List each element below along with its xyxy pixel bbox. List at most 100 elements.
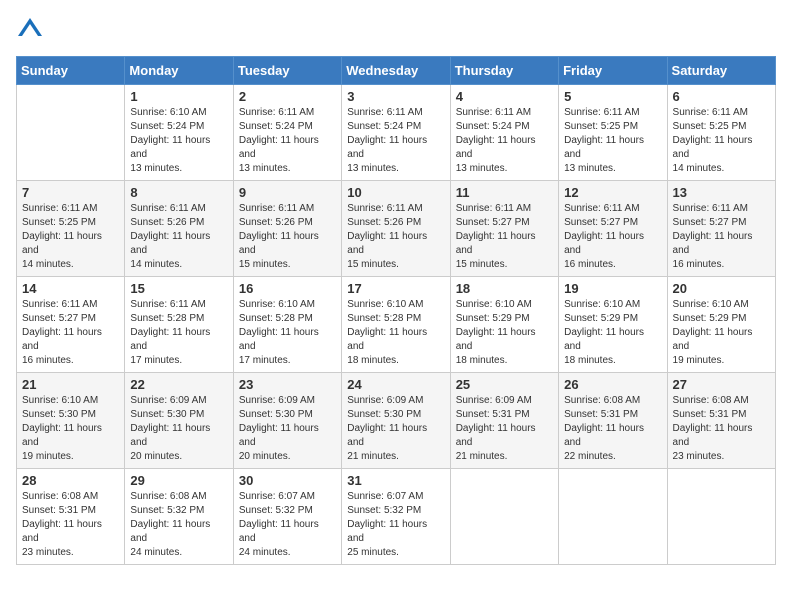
cell-info: Sunrise: 6:10 AMSunset: 5:29 PMDaylight:…: [564, 298, 661, 368]
calendar-cell: 22 Sunrise: 6:09 AMSunset: 5:30 PMDaylig…: [125, 373, 233, 469]
cell-info: Sunrise: 6:08 AMSunset: 5:31 PMDaylight:…: [564, 394, 661, 464]
cell-info: Sunrise: 6:09 AMSunset: 5:30 PMDaylight:…: [130, 394, 227, 464]
calendar-cell: [450, 469, 558, 565]
calendar-cell: 23 Sunrise: 6:09 AMSunset: 5:30 PMDaylig…: [233, 373, 341, 469]
weekday-header: Wednesday: [342, 57, 450, 85]
cell-info: Sunrise: 6:11 AMSunset: 5:27 PMDaylight:…: [673, 202, 770, 272]
logo: [16, 16, 48, 44]
day-number: 13: [673, 185, 770, 200]
day-number: 19: [564, 281, 661, 296]
calendar-cell: 14 Sunrise: 6:11 AMSunset: 5:27 PMDaylig…: [17, 277, 125, 373]
calendar-cell: 13 Sunrise: 6:11 AMSunset: 5:27 PMDaylig…: [667, 181, 775, 277]
cell-info: Sunrise: 6:10 AMSunset: 5:24 PMDaylight:…: [130, 106, 227, 176]
calendar-cell: 5 Sunrise: 6:11 AMSunset: 5:25 PMDayligh…: [559, 85, 667, 181]
cell-info: Sunrise: 6:10 AMSunset: 5:30 PMDaylight:…: [22, 394, 119, 464]
cell-info: Sunrise: 6:08 AMSunset: 5:31 PMDaylight:…: [673, 394, 770, 464]
day-number: 31: [347, 473, 444, 488]
day-number: 29: [130, 473, 227, 488]
calendar-cell: 1 Sunrise: 6:10 AMSunset: 5:24 PMDayligh…: [125, 85, 233, 181]
day-number: 18: [456, 281, 553, 296]
weekday-header-row: SundayMondayTuesdayWednesdayThursdayFrid…: [17, 57, 776, 85]
day-number: 4: [456, 89, 553, 104]
calendar-cell: 7 Sunrise: 6:11 AMSunset: 5:25 PMDayligh…: [17, 181, 125, 277]
cell-info: Sunrise: 6:10 AMSunset: 5:28 PMDaylight:…: [347, 298, 444, 368]
calendar-cell: 12 Sunrise: 6:11 AMSunset: 5:27 PMDaylig…: [559, 181, 667, 277]
day-number: 25: [456, 377, 553, 392]
calendar-cell: 17 Sunrise: 6:10 AMSunset: 5:28 PMDaylig…: [342, 277, 450, 373]
logo-icon: [16, 16, 44, 44]
calendar-cell: 10 Sunrise: 6:11 AMSunset: 5:26 PMDaylig…: [342, 181, 450, 277]
cell-info: Sunrise: 6:08 AMSunset: 5:31 PMDaylight:…: [22, 490, 119, 560]
calendar-cell: 20 Sunrise: 6:10 AMSunset: 5:29 PMDaylig…: [667, 277, 775, 373]
calendar-cell: 18 Sunrise: 6:10 AMSunset: 5:29 PMDaylig…: [450, 277, 558, 373]
calendar-cell: 19 Sunrise: 6:10 AMSunset: 5:29 PMDaylig…: [559, 277, 667, 373]
cell-info: Sunrise: 6:11 AMSunset: 5:24 PMDaylight:…: [456, 106, 553, 176]
calendar-cell: [559, 469, 667, 565]
calendar-cell: 29 Sunrise: 6:08 AMSunset: 5:32 PMDaylig…: [125, 469, 233, 565]
day-number: 23: [239, 377, 336, 392]
cell-info: Sunrise: 6:11 AMSunset: 5:24 PMDaylight:…: [347, 106, 444, 176]
day-number: 17: [347, 281, 444, 296]
weekday-header: Tuesday: [233, 57, 341, 85]
day-number: 3: [347, 89, 444, 104]
cell-info: Sunrise: 6:07 AMSunset: 5:32 PMDaylight:…: [239, 490, 336, 560]
day-number: 24: [347, 377, 444, 392]
day-number: 10: [347, 185, 444, 200]
calendar-week-row: 1 Sunrise: 6:10 AMSunset: 5:24 PMDayligh…: [17, 85, 776, 181]
weekday-header: Monday: [125, 57, 233, 85]
calendar-cell: 24 Sunrise: 6:09 AMSunset: 5:30 PMDaylig…: [342, 373, 450, 469]
calendar-cell: 26 Sunrise: 6:08 AMSunset: 5:31 PMDaylig…: [559, 373, 667, 469]
weekday-header: Sunday: [17, 57, 125, 85]
calendar-cell: 8 Sunrise: 6:11 AMSunset: 5:26 PMDayligh…: [125, 181, 233, 277]
cell-info: Sunrise: 6:09 AMSunset: 5:31 PMDaylight:…: [456, 394, 553, 464]
cell-info: Sunrise: 6:10 AMSunset: 5:29 PMDaylight:…: [456, 298, 553, 368]
cell-info: Sunrise: 6:11 AMSunset: 5:24 PMDaylight:…: [239, 106, 336, 176]
cell-info: Sunrise: 6:11 AMSunset: 5:27 PMDaylight:…: [456, 202, 553, 272]
calendar-cell: [17, 85, 125, 181]
calendar-cell: 31 Sunrise: 6:07 AMSunset: 5:32 PMDaylig…: [342, 469, 450, 565]
cell-info: Sunrise: 6:09 AMSunset: 5:30 PMDaylight:…: [239, 394, 336, 464]
page-header: [16, 16, 776, 44]
calendar-cell: 3 Sunrise: 6:11 AMSunset: 5:24 PMDayligh…: [342, 85, 450, 181]
cell-info: Sunrise: 6:11 AMSunset: 5:26 PMDaylight:…: [239, 202, 336, 272]
calendar-cell: [667, 469, 775, 565]
cell-info: Sunrise: 6:11 AMSunset: 5:28 PMDaylight:…: [130, 298, 227, 368]
cell-info: Sunrise: 6:10 AMSunset: 5:29 PMDaylight:…: [673, 298, 770, 368]
calendar-cell: 28 Sunrise: 6:08 AMSunset: 5:31 PMDaylig…: [17, 469, 125, 565]
day-number: 16: [239, 281, 336, 296]
calendar-week-row: 28 Sunrise: 6:08 AMSunset: 5:31 PMDaylig…: [17, 469, 776, 565]
day-number: 26: [564, 377, 661, 392]
calendar-week-row: 21 Sunrise: 6:10 AMSunset: 5:30 PMDaylig…: [17, 373, 776, 469]
day-number: 20: [673, 281, 770, 296]
day-number: 5: [564, 89, 661, 104]
calendar-cell: 15 Sunrise: 6:11 AMSunset: 5:28 PMDaylig…: [125, 277, 233, 373]
calendar-cell: 30 Sunrise: 6:07 AMSunset: 5:32 PMDaylig…: [233, 469, 341, 565]
weekday-header: Friday: [559, 57, 667, 85]
cell-info: Sunrise: 6:11 AMSunset: 5:26 PMDaylight:…: [130, 202, 227, 272]
day-number: 8: [130, 185, 227, 200]
day-number: 7: [22, 185, 119, 200]
calendar-cell: 21 Sunrise: 6:10 AMSunset: 5:30 PMDaylig…: [17, 373, 125, 469]
calendar-cell: 9 Sunrise: 6:11 AMSunset: 5:26 PMDayligh…: [233, 181, 341, 277]
calendar-cell: 27 Sunrise: 6:08 AMSunset: 5:31 PMDaylig…: [667, 373, 775, 469]
cell-info: Sunrise: 6:11 AMSunset: 5:27 PMDaylight:…: [564, 202, 661, 272]
day-number: 2: [239, 89, 336, 104]
weekday-header: Thursday: [450, 57, 558, 85]
day-number: 22: [130, 377, 227, 392]
day-number: 30: [239, 473, 336, 488]
calendar-cell: 4 Sunrise: 6:11 AMSunset: 5:24 PMDayligh…: [450, 85, 558, 181]
calendar-cell: 16 Sunrise: 6:10 AMSunset: 5:28 PMDaylig…: [233, 277, 341, 373]
day-number: 12: [564, 185, 661, 200]
calendar-table: SundayMondayTuesdayWednesdayThursdayFrid…: [16, 56, 776, 565]
calendar-week-row: 14 Sunrise: 6:11 AMSunset: 5:27 PMDaylig…: [17, 277, 776, 373]
cell-info: Sunrise: 6:08 AMSunset: 5:32 PMDaylight:…: [130, 490, 227, 560]
calendar-cell: 25 Sunrise: 6:09 AMSunset: 5:31 PMDaylig…: [450, 373, 558, 469]
cell-info: Sunrise: 6:10 AMSunset: 5:28 PMDaylight:…: [239, 298, 336, 368]
cell-info: Sunrise: 6:11 AMSunset: 5:25 PMDaylight:…: [564, 106, 661, 176]
cell-info: Sunrise: 6:11 AMSunset: 5:25 PMDaylight:…: [673, 106, 770, 176]
cell-info: Sunrise: 6:09 AMSunset: 5:30 PMDaylight:…: [347, 394, 444, 464]
calendar-cell: 2 Sunrise: 6:11 AMSunset: 5:24 PMDayligh…: [233, 85, 341, 181]
day-number: 1: [130, 89, 227, 104]
calendar-cell: 11 Sunrise: 6:11 AMSunset: 5:27 PMDaylig…: [450, 181, 558, 277]
day-number: 11: [456, 185, 553, 200]
